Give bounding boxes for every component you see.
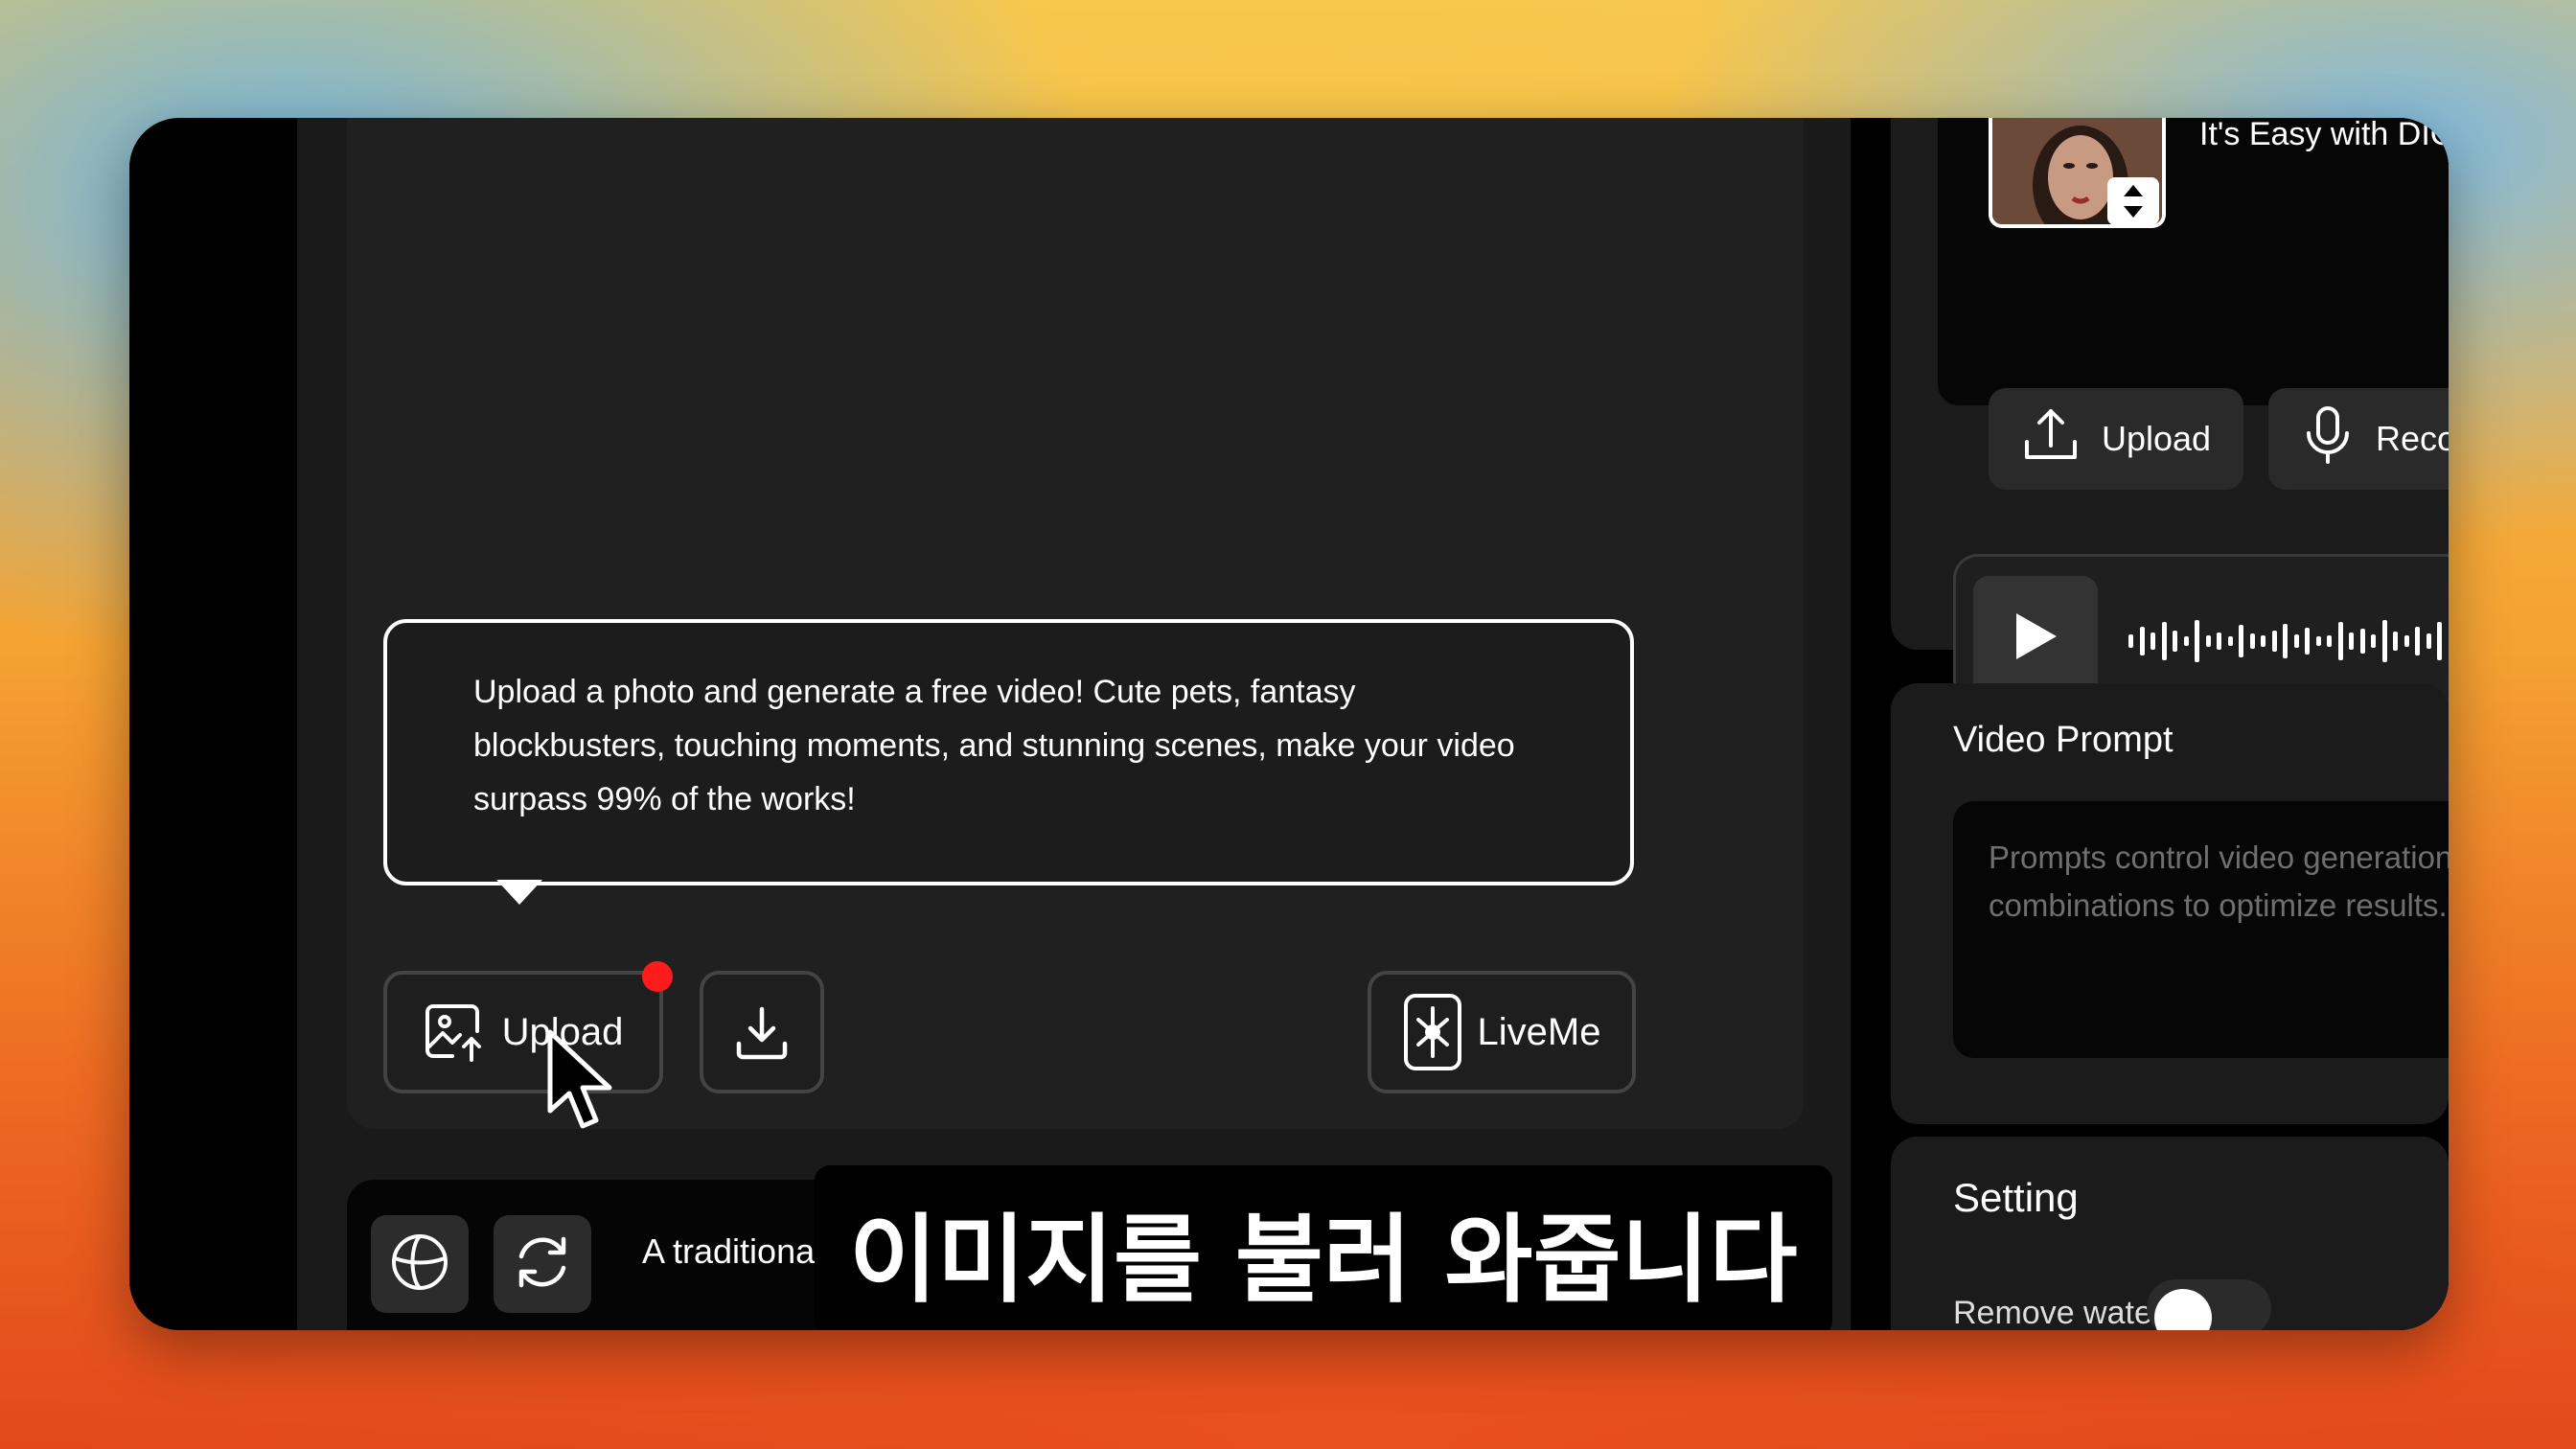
waveform-bar [2173, 631, 2177, 652]
waveform-bar [2359, 629, 2365, 654]
play-button[interactable] [1973, 576, 2098, 701]
waveform-bar [2161, 622, 2167, 660]
recording-label: Recording [2376, 419, 2449, 458]
download-icon [731, 1001, 793, 1063]
waveform-bar [2139, 627, 2145, 656]
liveme-icon [1403, 993, 1462, 1071]
waveform-bar [2426, 633, 2431, 649]
avatar[interactable] [1989, 118, 2166, 228]
waveform-bar [2404, 635, 2409, 647]
waveform-bar [2393, 632, 2398, 651]
waveform-bar [2195, 620, 2199, 662]
audio-upload-label: Upload [2102, 419, 2212, 458]
waveform-bar [2217, 632, 2221, 650]
waveform-bar [2271, 631, 2277, 652]
liveme-button[interactable]: LiveMe [1368, 971, 1636, 1093]
waveform-bar [2239, 625, 2243, 657]
globe-icon [389, 1231, 450, 1298]
setting-title: Setting [1953, 1175, 2079, 1220]
video-prompt-placeholder-line-1: Prompts control video generation. Ente [1989, 840, 2449, 875]
refresh-button[interactable] [494, 1215, 591, 1313]
waveform-bar [2327, 635, 2332, 647]
waveform-bar [2283, 624, 2288, 658]
tooltip-text: Upload a photo and generate a free video… [473, 674, 1515, 817]
video-prompt-title: Video Prompt [1953, 720, 2174, 760]
prompt-input[interactable]: A traditiona [642, 1231, 815, 1272]
toggle-knob [2154, 1289, 2212, 1330]
language-button[interactable] [371, 1215, 469, 1313]
video-subtitle: 이미지를 불러 와줍니다 [815, 1165, 1832, 1330]
waveform-bar [2227, 636, 2233, 646]
notification-dot [642, 961, 673, 992]
waveform-bar [2293, 634, 2299, 648]
waveform-bar [2448, 631, 2449, 652]
image-upload-icon [424, 1000, 487, 1064]
waveform-bar [2381, 620, 2387, 662]
waveform-bar [2249, 633, 2255, 649]
video-prompt-input[interactable]: Prompts control video generation. Ente c… [1953, 801, 2449, 1058]
remove-watermark-toggle[interactable] [2147, 1279, 2271, 1330]
waveform-bar [2150, 632, 2155, 650]
download-button[interactable] [700, 971, 824, 1093]
refresh-icon [512, 1231, 573, 1298]
waveform-bar [2205, 635, 2211, 647]
waveform-bar [2305, 628, 2310, 655]
waveform-bar [2183, 636, 2189, 646]
waveform-bar [2128, 634, 2133, 648]
waveform-bar [2337, 622, 2343, 660]
waveform-bar [2371, 634, 2376, 648]
upload-tooltip: Upload a photo and generate a free video… [383, 619, 1634, 886]
play-icon [2011, 610, 2060, 668]
waveform-bar [2261, 635, 2266, 647]
waveform-bar [2437, 622, 2442, 660]
tooltip-arrow [496, 880, 542, 905]
waveform-bar [2349, 632, 2354, 650]
waveform-bar [2415, 627, 2420, 656]
recording-button[interactable]: Recording [2268, 388, 2449, 490]
audio-upload-button[interactable]: Upload [1989, 388, 2243, 490]
app-window: Upload a photo and generate a free video… [129, 118, 2449, 1330]
upload-icon [2021, 405, 2081, 473]
audio-title: It's Easy with DIGEN's Re [2199, 118, 2449, 152]
microphone-icon [2301, 404, 2355, 474]
waveform-bar [2315, 636, 2321, 646]
liveme-label: LiveMe [1477, 1010, 1601, 1053]
video-prompt-placeholder-line-2: combinations to optimize results. [1989, 887, 2448, 923]
mouse-cursor-icon [546, 1028, 623, 1138]
waveform[interactable] [2128, 614, 2449, 668]
